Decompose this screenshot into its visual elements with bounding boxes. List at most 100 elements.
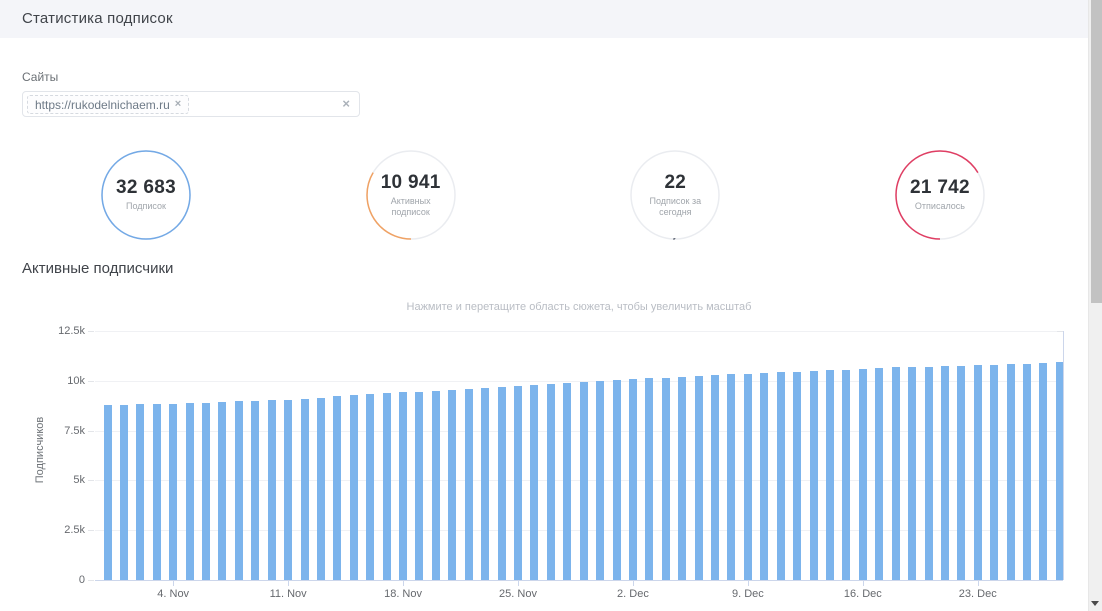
bar[interactable] [612, 379, 621, 580]
y-axis-tick [88, 580, 94, 581]
stat-value: 22 [664, 171, 687, 193]
bar[interactable] [366, 393, 375, 580]
stat-circle: 21 742 Отписалось [892, 147, 988, 243]
y-axis-label: 0 [78, 574, 85, 586]
bar[interactable] [908, 367, 917, 580]
bar[interactable] [349, 394, 358, 580]
stat-value: 32 683 [116, 177, 176, 199]
bar[interactable] [825, 370, 834, 580]
stat-value: 21 742 [910, 177, 970, 199]
x-axis-label: 18. Nov [384, 588, 422, 600]
bar[interactable] [431, 390, 440, 580]
x-axis-tick [632, 581, 634, 586]
bar[interactable] [316, 397, 325, 580]
bar[interactable] [152, 403, 161, 580]
bar[interactable] [399, 392, 408, 580]
bar[interactable] [743, 373, 752, 580]
bar[interactable] [809, 371, 818, 580]
bar[interactable] [563, 382, 572, 580]
x-axis-tick [518, 581, 519, 586]
y-axis-tick [88, 380, 94, 382]
bar[interactable] [1023, 363, 1032, 580]
bar[interactable] [136, 404, 145, 580]
bar[interactable] [251, 400, 260, 580]
bar[interactable] [678, 376, 687, 580]
site-tag-url: https://rukodelnichaem.ru [35, 97, 170, 112]
bar[interactable] [596, 380, 605, 580]
bar[interactable] [415, 391, 424, 580]
bar[interactable] [300, 398, 309, 580]
scroll-down-arrow-icon[interactable] [1091, 601, 1099, 606]
y-axis-label: 2.5k [64, 524, 85, 537]
bar[interactable] [776, 372, 785, 580]
x-axis-label: 4. Nov [157, 588, 190, 600]
bar[interactable] [382, 393, 391, 580]
y-axis-label: 10k [67, 374, 85, 387]
x-axis-label: 11. Nov [269, 588, 307, 600]
remove-tag-icon[interactable]: × [175, 99, 181, 110]
bar[interactable] [185, 403, 194, 580]
bar[interactable] [628, 379, 637, 580]
bar[interactable] [1039, 362, 1048, 580]
bar[interactable] [940, 366, 949, 580]
stat-label: Подписок [126, 201, 166, 212]
chart-zoom-hint: Нажмите и перетащите область сюжета, что… [406, 301, 752, 313]
sites-label: Сайты [22, 70, 59, 84]
bar[interactable] [464, 388, 473, 580]
stat-circle: 22 Подписок за сегодня [627, 147, 723, 243]
scrollbar-thumb[interactable] [1091, 0, 1102, 303]
sites-multiselect-input[interactable]: https://rukodelnichaem.ru × × [22, 91, 360, 117]
bar[interactable] [661, 377, 670, 580]
bar[interactable] [103, 405, 112, 580]
x-axis-tick [862, 581, 864, 586]
clear-input-icon[interactable]: × [342, 97, 350, 110]
bar[interactable] [497, 386, 506, 580]
vertical-scrollbar[interactable] [1088, 0, 1102, 611]
site-tag[interactable]: https://rukodelnichaem.ru × [27, 95, 190, 114]
x-axis-tick [173, 581, 175, 586]
page-header: Статистика подписок [0, 0, 1088, 38]
bar[interactable] [990, 364, 999, 580]
bar[interactable] [957, 365, 966, 580]
bar[interactable] [448, 389, 457, 580]
x-axis-label: 2. Dec [617, 588, 649, 600]
bar[interactable] [694, 375, 703, 580]
stats-row: 32 683 Подписок 10 941 Активных подписок 22 П… [98, 147, 988, 243]
bar[interactable] [727, 374, 736, 580]
bar[interactable] [218, 401, 227, 580]
bar[interactable] [891, 367, 900, 580]
section-title: Активные подписчики [22, 260, 174, 277]
bar[interactable] [202, 402, 211, 580]
x-axis-line [95, 580, 1063, 581]
y-axis-tick [88, 530, 94, 532]
bar[interactable] [119, 404, 128, 580]
bar[interactable] [973, 365, 982, 580]
bar[interactable] [842, 369, 851, 580]
bar[interactable] [793, 371, 802, 580]
bar[interactable] [530, 384, 539, 580]
bar[interactable] [514, 385, 522, 580]
bar[interactable] [711, 375, 720, 580]
bar[interactable] [267, 400, 276, 580]
bar[interactable] [875, 368, 884, 580]
bar[interactable] [546, 383, 555, 580]
bar[interactable] [169, 403, 178, 580]
bar[interactable] [234, 401, 243, 580]
y-axis-tick [88, 430, 94, 432]
y-axis-tick [88, 331, 94, 332]
y-axis-label: 12.5k [58, 325, 85, 337]
y-axis-label: 7.5k [64, 424, 85, 437]
bar[interactable] [481, 387, 490, 580]
stat-value: 10 941 [380, 171, 441, 193]
bar[interactable] [924, 366, 933, 580]
bar[interactable] [284, 399, 293, 580]
bar[interactable] [645, 378, 654, 580]
y-axis-title: Подписчиков [34, 416, 46, 484]
bar[interactable] [579, 381, 588, 580]
subscribers-chart[interactable]: Нажмите и перетащите область сюжета, что… [0, 296, 1088, 611]
bar[interactable] [333, 395, 342, 580]
bar[interactable] [858, 368, 867, 580]
bar[interactable] [1006, 364, 1015, 580]
bar[interactable] [760, 373, 769, 580]
y-axis-label: 5k [73, 474, 85, 487]
